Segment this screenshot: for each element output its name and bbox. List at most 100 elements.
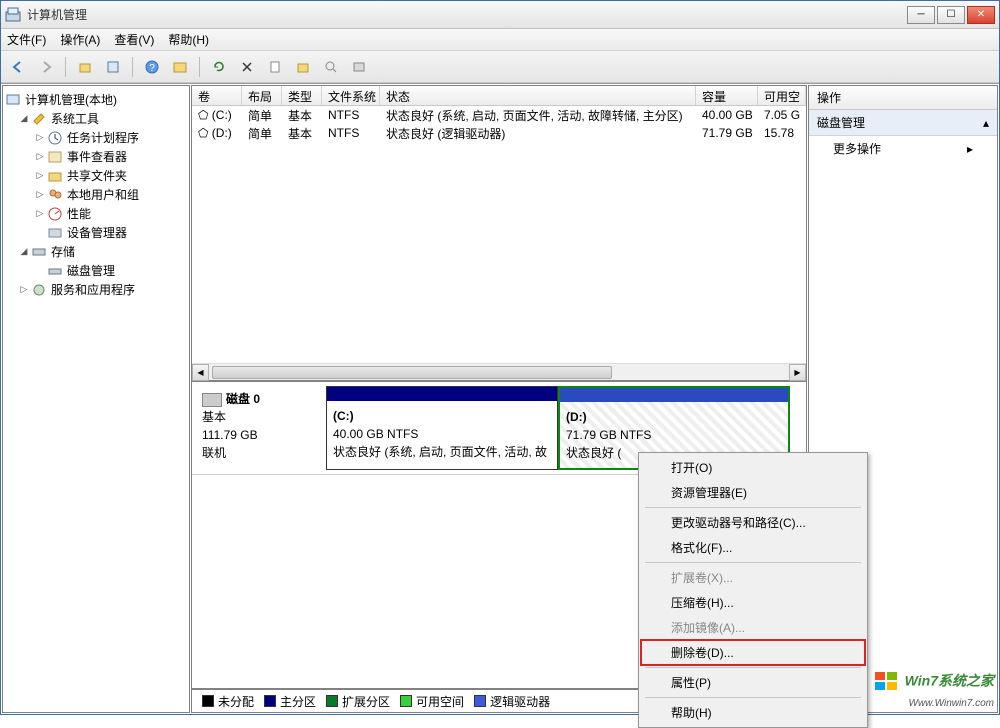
legend-free: 可用空间 [400,693,464,710]
expand-icon[interactable]: ▷ [35,189,45,200]
minimize-button[interactable]: ─ [907,6,935,24]
toolbar-icon[interactable] [169,56,191,78]
legend-extended: 扩展分区 [326,693,390,710]
window-buttons: ─ ☐ ✕ [907,6,995,24]
windows-logo-icon [873,670,901,694]
volume-list: 卷 布局 类型 文件系统 状态 容量 可用空 ⬠ (C:) 简单 基本 NTFS… [192,86,806,380]
folder-icon [47,168,63,184]
legend-unallocated: 未分配 [202,693,254,710]
menu-separator [645,697,861,698]
device-icon [47,225,63,241]
toolbar-icon[interactable] [292,56,314,78]
legend-logical: 逻辑驱动器 [474,693,550,710]
volume-row[interactable]: ⬠ (C:) 简单 基本 NTFS 状态良好 (系统, 启动, 页面文件, 活动… [192,106,806,124]
forward-button[interactable] [35,56,57,78]
legend-primary: 主分区 [264,693,316,710]
menu-view[interactable]: 查看(V) [114,31,154,48]
tree-shared-folders[interactable]: ▷ 共享文件夹 [5,166,187,185]
horizontal-scrollbar[interactable]: ◀ ▶ [192,363,806,380]
help-icon[interactable]: ? [141,56,163,78]
col-status[interactable]: 状态 [380,86,696,105]
event-icon [47,149,63,165]
menu-help[interactable]: 帮助(H) [168,31,209,48]
expand-icon[interactable]: ▷ [35,132,45,143]
context-menu: 打开(O) 资源管理器(E) 更改驱动器号和路径(C)... 格式化(F)...… [638,452,868,728]
actions-section-diskmgmt[interactable]: 磁盘管理 ▴ [809,110,997,136]
toolbar-icon[interactable] [320,56,342,78]
disk-icon [47,263,63,279]
app-icon [5,7,21,23]
properties-button[interactable] [102,56,124,78]
menu-add-mirror: 添加镜像(A)... [641,615,865,640]
menu-action[interactable]: 操作(A) [60,31,100,48]
tree-event-viewer[interactable]: ▷ 事件查看器 [5,147,187,166]
actions-header: 操作 [809,86,997,110]
partition-c[interactable]: (C:) 40.00 GB NTFS 状态良好 (系统, 启动, 页面文件, 活… [326,386,558,470]
menu-help[interactable]: 帮助(H) [641,700,865,725]
menu-explorer[interactable]: 资源管理器(E) [641,480,865,505]
col-layout[interactable]: 布局 [242,86,282,105]
drive-icon: ⬠ [198,108,208,122]
collapse-arrow-icon: ▴ [983,116,989,130]
menu-format[interactable]: 格式化(F)... [641,535,865,560]
delete-icon[interactable] [236,56,258,78]
col-free[interactable]: 可用空 [758,86,806,105]
menu-delete-volume[interactable]: 删除卷(D)... [641,640,865,665]
perf-icon [47,206,63,222]
menu-change-drive-letter[interactable]: 更改驱动器号和路径(C)... [641,510,865,535]
toolbar-icon[interactable] [264,56,286,78]
users-icon [47,187,63,203]
nav-tree: 计算机管理(本地) ◢ 系统工具 ▷ 任务计划程序 ▷ 事件查看器 ▷ 共享文件… [2,85,190,713]
col-type[interactable]: 类型 [282,86,322,105]
disk-icon [202,393,222,407]
storage-icon [31,244,47,260]
col-vol[interactable]: 卷 [192,86,242,105]
toolbar-separator [132,57,133,77]
menu-shrink-volume[interactable]: 压缩卷(H)... [641,590,865,615]
col-capacity[interactable]: 容量 [696,86,758,105]
expand-icon[interactable]: ▷ [35,151,45,162]
back-button[interactable] [7,56,29,78]
menubar: 文件(F) 操作(A) 查看(V) 帮助(H) [1,29,999,51]
close-button[interactable]: ✕ [967,6,995,24]
list-header: 卷 布局 类型 文件系统 状态 容量 可用空 [192,86,806,106]
toolbar-separator [65,57,66,77]
expand-icon[interactable]: ▷ [35,208,45,219]
actions-more[interactable]: 更多操作 ▸ [809,136,997,161]
watermark: Win7系统之家 Www.Winwin7.com [873,670,994,709]
expand-icon[interactable]: ▷ [19,284,29,295]
scroll-right-arrow[interactable]: ▶ [789,364,806,381]
menu-separator [645,562,861,563]
tree-root[interactable]: 计算机管理(本地) [5,90,187,109]
up-button[interactable] [74,56,96,78]
tree-services[interactable]: ▷ 服务和应用程序 [5,280,187,299]
menu-file[interactable]: 文件(F) [7,31,46,48]
volume-row[interactable]: ⬠ (D:) 简单 基本 NTFS 状态良好 (逻辑驱动器) 71.79 GB … [192,124,806,142]
tree-performance[interactable]: ▷ 性能 [5,204,187,223]
toolbar-separator [199,57,200,77]
maximize-button[interactable]: ☐ [937,6,965,24]
toolbar-icon[interactable] [348,56,370,78]
drive-icon: ⬠ [198,126,208,140]
refresh-icon[interactable] [208,56,230,78]
tree-systools[interactable]: ◢ 系统工具 [5,109,187,128]
menu-open[interactable]: 打开(O) [641,455,865,480]
partition-header [560,388,788,402]
tree-local-users[interactable]: ▷ 本地用户和组 [5,185,187,204]
expand-icon[interactable]: ▷ [35,170,45,181]
col-fs[interactable]: 文件系统 [322,86,380,105]
disk-info: 磁盘 0 基本 111.79 GB 联机 [196,386,326,470]
menu-extend-volume: 扩展卷(X)... [641,565,865,590]
scroll-thumb[interactable] [212,366,612,379]
collapse-icon[interactable]: ◢ [19,246,29,257]
scroll-left-arrow[interactable]: ◀ [192,364,209,381]
tree-device-manager[interactable]: ▷ 设备管理器 [5,223,187,242]
tree-storage[interactable]: ◢ 存储 [5,242,187,261]
services-icon [31,282,47,298]
window-title: 计算机管理 [27,6,907,23]
collapse-icon[interactable]: ◢ [19,113,29,124]
tree-task-scheduler[interactable]: ▷ 任务计划程序 [5,128,187,147]
svg-text:?: ? [149,63,155,74]
tree-disk-management[interactable]: ▷ 磁盘管理 [5,261,187,280]
menu-properties[interactable]: 属性(P) [641,670,865,695]
